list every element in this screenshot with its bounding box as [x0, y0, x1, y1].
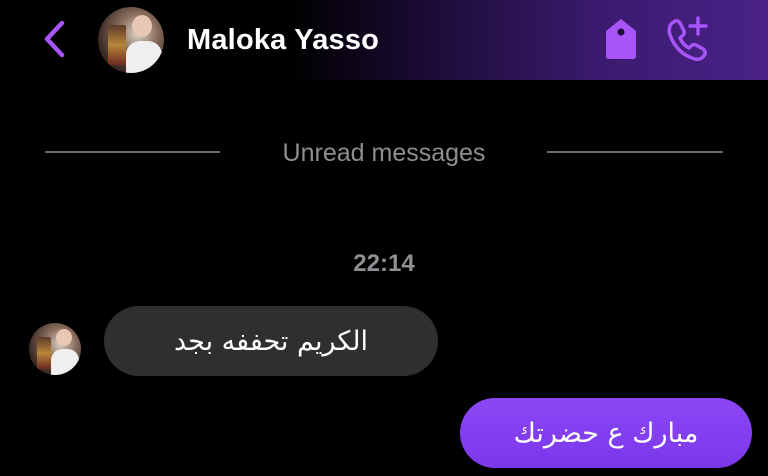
chevron-left-icon — [44, 20, 65, 58]
chat-screen: Maloka Yasso Unread messages 22:14 الكري… — [0, 0, 768, 476]
add-call-icon — [667, 16, 708, 61]
contact-name[interactable]: Maloka Yasso — [187, 20, 379, 60]
sender-avatar[interactable] — [29, 323, 81, 375]
back-button[interactable] — [36, 18, 72, 60]
message-timestamp: 22:14 — [353, 250, 415, 277]
unread-divider-left — [45, 151, 220, 153]
tag-button[interactable] — [602, 16, 640, 62]
unread-messages-label: Unread messages — [282, 139, 486, 167]
tag-icon — [606, 19, 636, 59]
chat-header: Maloka Yasso — [0, 0, 768, 80]
outgoing-message-bubble[interactable]: مبارك ع حضرتك — [460, 398, 752, 468]
contact-avatar[interactable] — [98, 7, 164, 73]
incoming-message-bubble[interactable]: الكريم تحففه بجد — [104, 306, 438, 376]
add-call-button[interactable] — [664, 14, 712, 62]
unread-divider-right — [547, 151, 723, 153]
